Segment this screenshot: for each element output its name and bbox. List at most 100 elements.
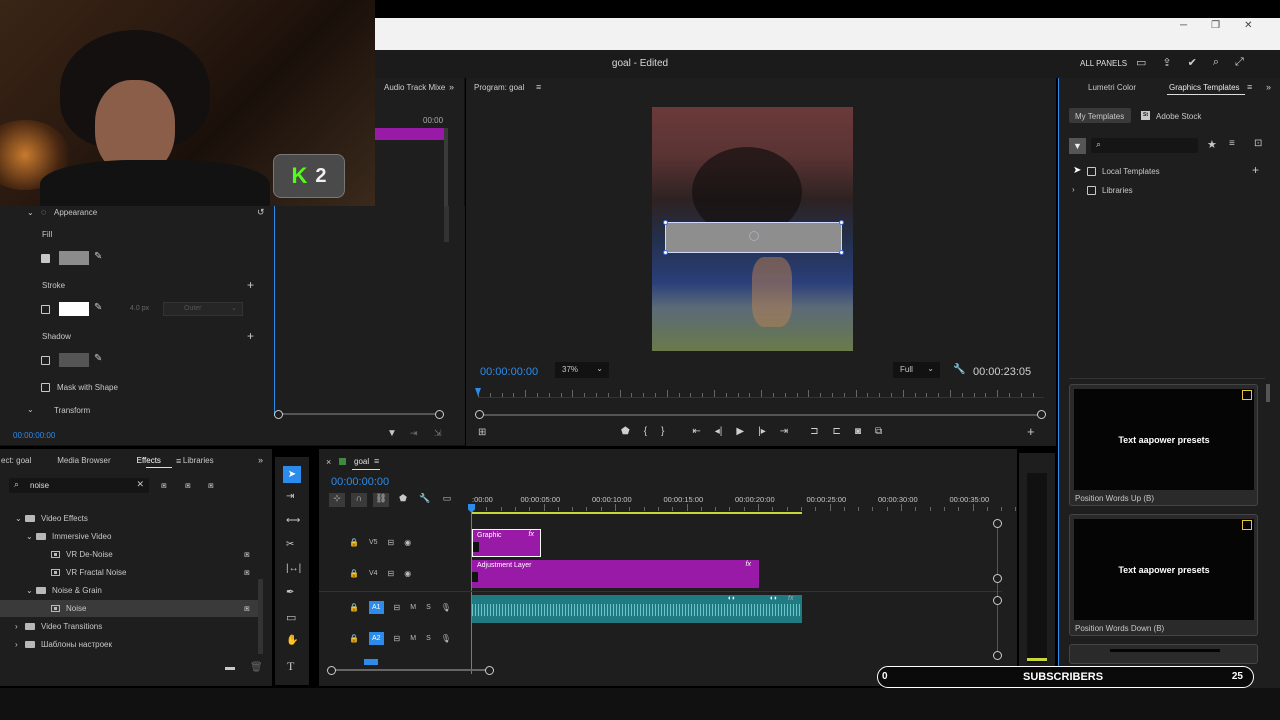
graphic-selection-box[interactable] (663, 220, 844, 255)
lock-icon[interactable]: 🔒 (349, 538, 359, 547)
go-to-in-icon[interactable]: ⇤ (692, 426, 700, 437)
transform-expand-icon[interactable]: ⌄ (27, 405, 34, 414)
search-icon[interactable]: ⌕ (1213, 56, 1219, 69)
track-select-tool-icon[interactable]: ⇥ (286, 491, 294, 502)
ec-export2-icon[interactable]: ⇲ (434, 428, 442, 439)
solo-button[interactable]: S (426, 604, 431, 611)
export-frame-icon[interactable]: ◙ (855, 426, 861, 437)
settings-wrench-icon[interactable]: 🔧 (953, 364, 965, 375)
my-templates-tab[interactable]: My Templates (1069, 108, 1131, 123)
mark-out-icon[interactable]: } (661, 426, 664, 437)
clip-graphic[interactable]: Graphic fx (472, 529, 541, 557)
minimize-icon[interactable]: ─ (1180, 20, 1187, 34)
mask-checkbox[interactable] (41, 383, 50, 392)
timeline-hscroll-track[interactable] (333, 669, 489, 671)
tree-libraries[interactable]: Libraries (1102, 186, 1133, 195)
mute-button[interactable]: M (410, 604, 416, 611)
effects-search-input[interactable]: ⌕ noise ✕ (9, 478, 149, 493)
tab-lumetri[interactable]: Lumetri Color (1088, 83, 1136, 92)
graphics-menu-icon[interactable]: ≡ (1247, 82, 1252, 92)
track-name[interactable]: V4 (369, 570, 378, 577)
appearance-expand-icon[interactable]: ⌄ (27, 208, 34, 217)
lock-icon[interactable]: 🔒 (349, 569, 359, 578)
manage-folders-icon[interactable]: ⊡ (1254, 138, 1262, 149)
step-forward-icon[interactable]: |▸ (758, 426, 766, 437)
template-card[interactable]: Text aapower presets Position Words Down… (1069, 514, 1258, 636)
chevron-right-icon[interactable]: › (15, 640, 25, 649)
compare-icon[interactable]: ⧉ (875, 426, 882, 437)
libraries-checkbox[interactable] (1087, 186, 1096, 195)
mark-in-icon[interactable]: { (644, 426, 647, 437)
hand-tool-icon[interactable]: ✋ (286, 635, 298, 646)
template-search-input[interactable]: ⌕ (1091, 138, 1198, 153)
add-marker-icon[interactable]: ⬟ (395, 493, 411, 507)
eye-icon[interactable]: ◉ (404, 569, 411, 578)
razor-tool-icon[interactable]: ✂ (286, 539, 294, 550)
effects-tree-folder[interactable]: ⌄ Immersive Video (26, 528, 111, 545)
sequence-menu-icon[interactable]: ≡ (374, 456, 379, 466)
timeline-hscroll-left[interactable] (327, 666, 336, 675)
restore-icon[interactable]: ❐ (1211, 20, 1220, 34)
sort-icon[interactable]: ≡ (1229, 138, 1235, 149)
solo-button[interactable]: S (426, 635, 431, 642)
eye-icon[interactable]: ◉ (404, 538, 411, 547)
voiceover-mic-icon[interactable]: 🎙 (441, 634, 451, 643)
step-back-icon[interactable]: ◂| (715, 426, 723, 437)
tab-project[interactable]: ect: goal (1, 456, 31, 465)
shadow-add-icon[interactable]: + (247, 329, 254, 343)
timeline-hscroll-right[interactable] (485, 666, 494, 675)
program-scroll-track[interactable] (482, 414, 1042, 416)
chevron-down-icon[interactable]: ⌄ (15, 514, 25, 523)
button-editor-icon[interactable]: + (1027, 424, 1035, 439)
go-to-out-icon[interactable]: ⇥ (780, 426, 788, 437)
play-icon[interactable]: ▶ (736, 426, 744, 437)
sync-lock-icon[interactable]: ⊟ (388, 569, 395, 578)
sequence-tab[interactable]: goal (354, 457, 369, 466)
audio-mixer-tab[interactable]: Audio Track Mixe (384, 83, 445, 92)
template-card[interactable]: Text aapower presets Position Words Up (… (1069, 384, 1258, 506)
handle-br[interactable] (839, 250, 844, 255)
effects-tree-effect[interactable]: Noise ⧆ (0, 600, 258, 617)
lock-icon[interactable]: 🔒 (349, 634, 359, 643)
captions-icon[interactable]: ▭ (439, 493, 455, 507)
fullscreen-icon[interactable]: ⤢ (1235, 56, 1244, 69)
program-scroll-right[interactable] (1037, 410, 1046, 419)
check-circle-icon[interactable]: ✔ (1188, 56, 1197, 69)
timeline-settings-icon[interactable]: 🔧 (417, 493, 433, 507)
new-bin-icon[interactable]: ▬ (225, 662, 235, 673)
effects-tree-effect[interactable]: VR Fractal Noise ⧆ (37, 564, 250, 581)
stroke-eyedropper-icon[interactable]: ✎ (94, 302, 102, 313)
yuv-effects-icon[interactable]: ⧆ (208, 480, 214, 491)
template-card-partial[interactable] (1069, 644, 1258, 664)
track-target-a2[interactable]: A2 (368, 632, 384, 645)
accelerated-effects-icon[interactable]: ⧆ (161, 480, 167, 491)
program-tab[interactable]: Program: goal (474, 83, 524, 92)
32bit-effects-icon[interactable]: ⧆ (185, 480, 191, 491)
ec-timecode[interactable]: 00:00:00:00 (13, 431, 55, 440)
right-overflow-icon[interactable]: » (1266, 82, 1271, 92)
quality-dropdown[interactable]: Full ⌄ (893, 362, 940, 378)
shadow-swatch[interactable] (59, 353, 89, 367)
rectangle-tool-icon[interactable]: ▭ (286, 611, 296, 624)
vscroll-handle[interactable] (993, 596, 1002, 605)
lift-icon[interactable]: ⊐ (810, 426, 818, 437)
vscroll-handle[interactable] (993, 519, 1002, 528)
reset-icon[interactable]: ↺ (257, 207, 265, 218)
stroke-add-icon[interactable]: + (247, 278, 254, 292)
effects-menu-icon[interactable]: ≡ (176, 456, 181, 466)
program-timecode[interactable]: 00:00:00:00 (480, 366, 538, 378)
program-ruler[interactable] (478, 388, 1044, 398)
timeline-vscroll-track[interactable] (997, 523, 998, 657)
chevron-right-icon[interactable]: › (15, 622, 25, 631)
linked-selection-icon[interactable]: ⛓ (373, 493, 389, 507)
pen-tool-icon[interactable]: ✒ (286, 587, 294, 598)
close-sequence-icon[interactable]: × (326, 457, 331, 467)
tree-local-templates[interactable]: Local Templates (1102, 167, 1160, 176)
sync-lock-icon[interactable]: ⊟ (388, 538, 395, 547)
ec-vscroll[interactable] (444, 206, 449, 242)
close-icon[interactable]: ✕ (1244, 20, 1252, 34)
effects-tree-folder[interactable]: › Шаблоны настроек (15, 636, 112, 653)
handle-bl[interactable] (663, 250, 668, 255)
video-frame[interactable] (652, 107, 853, 351)
add-template-icon[interactable]: + (1252, 163, 1259, 177)
